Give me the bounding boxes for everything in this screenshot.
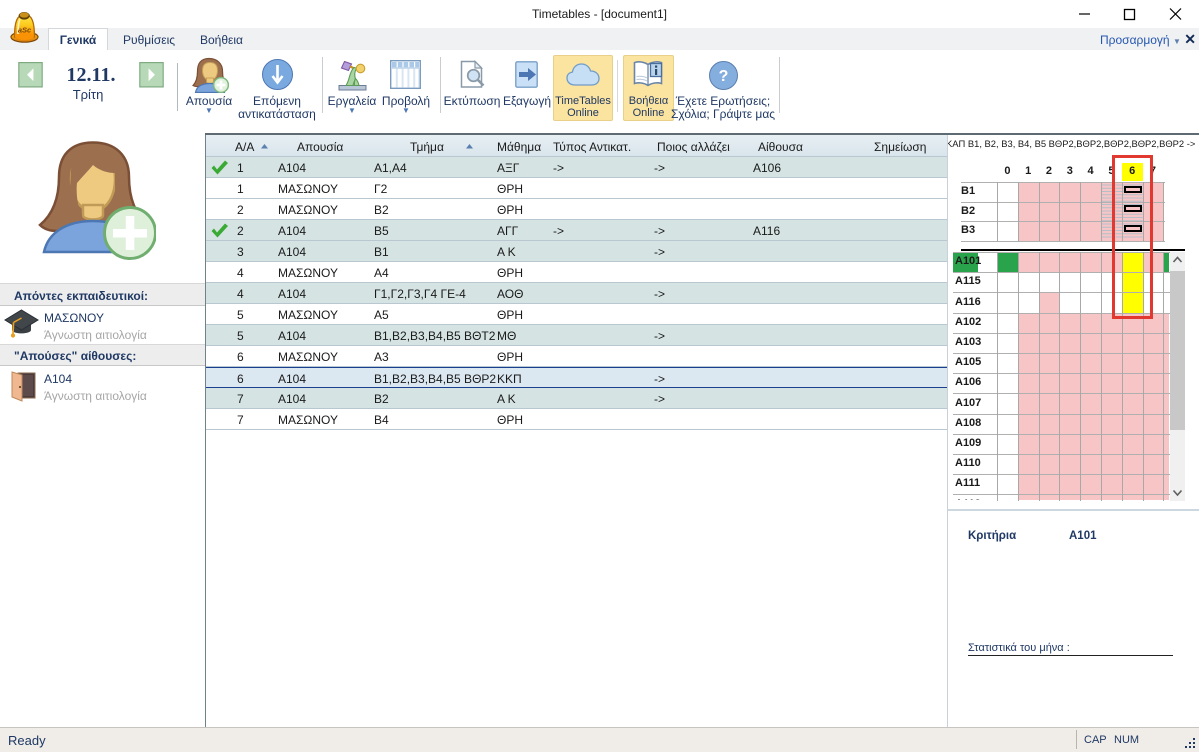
svg-text:?: ? <box>719 68 729 85</box>
svg-text:aSc: aSc <box>18 26 32 35</box>
